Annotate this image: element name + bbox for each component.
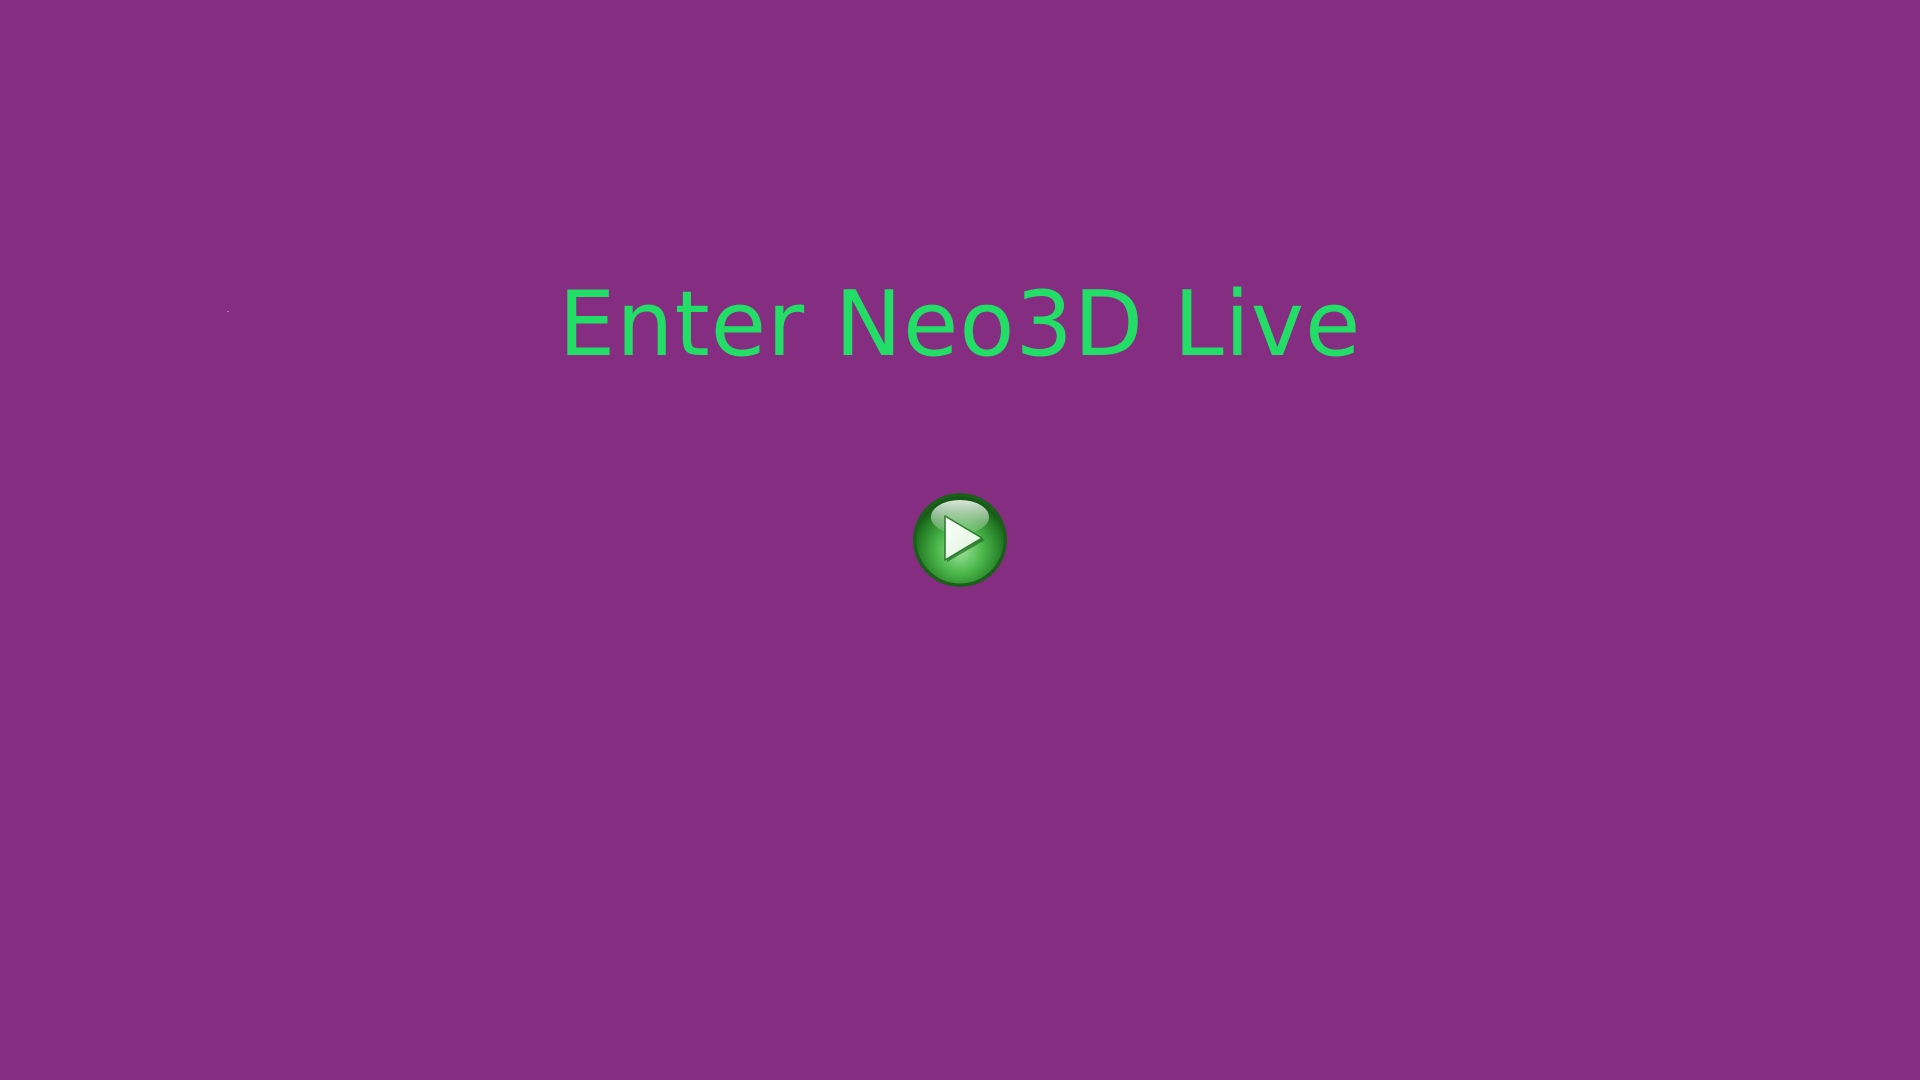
play-button[interactable] (911, 491, 1009, 589)
page-title: Enter Neo3D Live (558, 272, 1362, 377)
play-icon (913, 493, 1007, 587)
start-screen: Enter Neo3D Live (0, 0, 1920, 1080)
